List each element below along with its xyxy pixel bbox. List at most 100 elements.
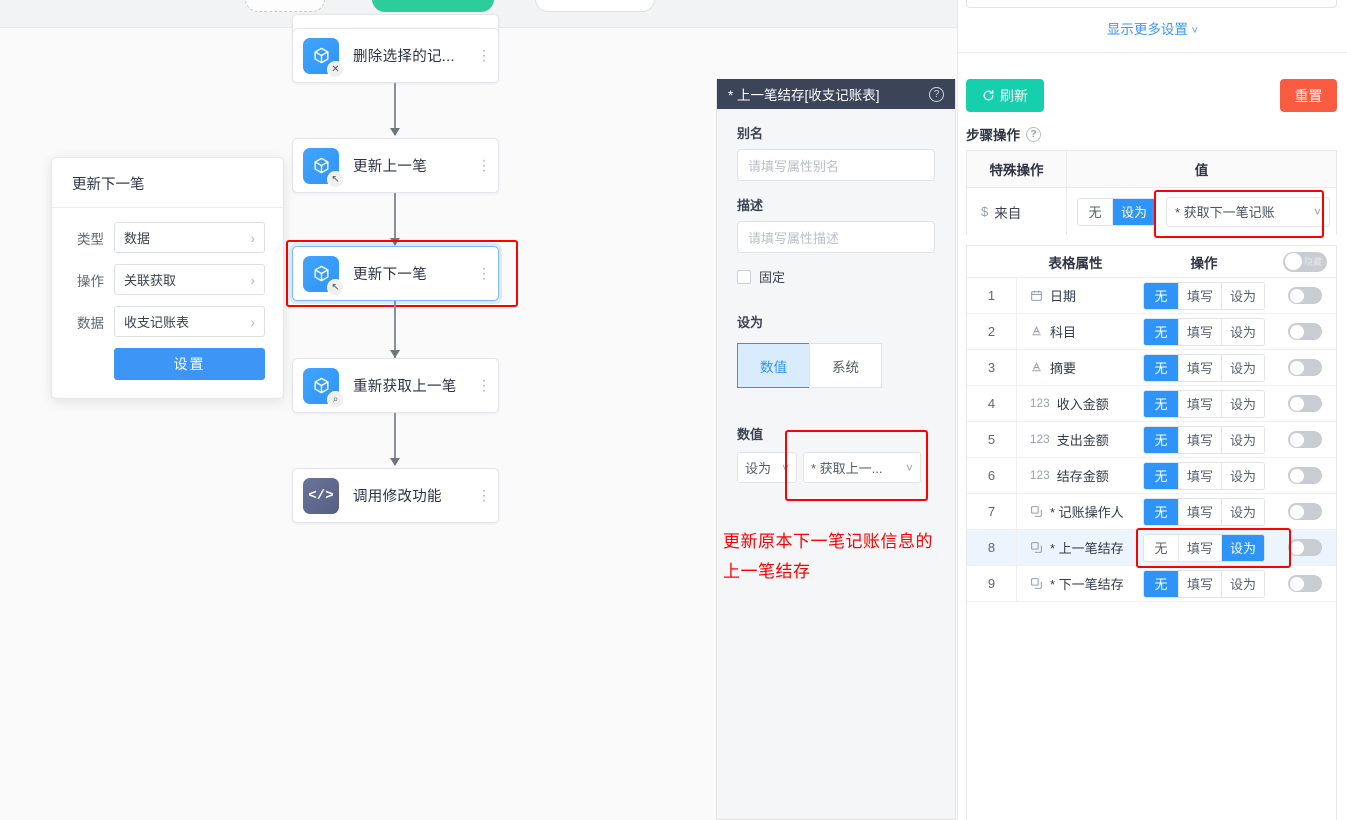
checkbox-icon[interactable] [737, 269, 751, 284]
pill-setas[interactable]: 设为 [1221, 390, 1265, 417]
flow-node-delete-selected[interactable]: ✕ 删除选择的记... [292, 28, 499, 83]
table-row[interactable]: 2 科目 无填写 设为 [967, 314, 1336, 350]
pill-fill[interactable]: 填写 [1177, 318, 1221, 345]
clipped-field-above[interactable] [966, 0, 1337, 8]
node-menu-icon[interactable] [480, 264, 489, 283]
pill-none[interactable]: 无 [1143, 570, 1178, 597]
hide-row-toggle[interactable] [1288, 575, 1322, 592]
op-value-select[interactable]: * 获取下一笔记账 ˅ [1166, 196, 1330, 227]
table-row[interactable]: 6 123 结存金额 无填写 设为 [967, 458, 1336, 494]
popup-select-type[interactable]: 数据 › [114, 222, 265, 253]
pill-setas[interactable]: 设为 [1221, 282, 1265, 309]
pill-none[interactable]: 无 [1143, 282, 1178, 309]
relation-icon [1030, 505, 1043, 518]
hide-row-toggle[interactable] [1288, 539, 1322, 556]
row-index: 6 [967, 458, 1017, 493]
node-menu-icon[interactable] [480, 376, 489, 395]
alias-input[interactable]: 请填写属性别名 [737, 149, 935, 181]
row-pill-group: 无填写 设为 [1142, 497, 1266, 526]
pill-setas[interactable]: 设为 [1221, 570, 1265, 597]
chevron-down-icon: ˅ [781, 460, 789, 475]
pill-none[interactable]: 无 [1143, 498, 1178, 525]
row-index: 3 [967, 350, 1017, 385]
hide-row-toggle[interactable] [1288, 431, 1322, 448]
pill-none[interactable]: 无 [1143, 534, 1178, 561]
hide-row-toggle[interactable] [1288, 467, 1322, 484]
pill-setas[interactable]: 设为 [1221, 426, 1265, 453]
popup-select-operation[interactable]: 关联获取 › [114, 264, 265, 295]
table-row[interactable]: 1 日期 无填写 设为 [967, 278, 1336, 314]
row-toggle-cell [1274, 503, 1336, 520]
hide-row-toggle[interactable] [1288, 359, 1322, 376]
table-row[interactable]: 7 * 记账操作人 无填写 设为 [967, 494, 1336, 530]
pill-none[interactable]: 无 [1143, 390, 1178, 417]
pill-none[interactable]: 无 [1143, 354, 1178, 381]
fixed-checkbox-row[interactable]: 固定 [737, 267, 935, 286]
table-row[interactable]: 5 123 支出金额 无填写 设为 [967, 422, 1336, 458]
toolbar-chip-dashed[interactable] [245, 0, 325, 12]
column-header-value: 值 [1194, 163, 1209, 178]
hide-row-toggle[interactable] [1288, 287, 1322, 304]
row-toggle-cell [1274, 431, 1336, 448]
toolbar-chip-secondary[interactable] [535, 0, 655, 12]
alias-label: 别名 [737, 126, 764, 141]
segment-value[interactable]: 数值 [737, 343, 810, 388]
panel-body: 别名 请填写属性别名 描述 请填写属性描述 固定 设为 数值 系统 数值 设为 … [717, 109, 955, 483]
pill-none[interactable]: 无 [1143, 462, 1178, 489]
row-index: 1 [967, 278, 1017, 313]
description-input[interactable]: 请填写属性描述 [737, 221, 935, 253]
row-ops-cell: 无填写 设为 [1134, 281, 1274, 310]
value-mode-select[interactable]: 设为 ˅ [737, 452, 797, 483]
reset-button[interactable]: 重置 [1280, 79, 1337, 112]
table-row[interactable]: 3 摘要 无填写 设为 [967, 350, 1336, 386]
popup-submit-button[interactable]: 设置 [114, 348, 265, 380]
toggle-knob [1289, 432, 1304, 447]
node-menu-icon[interactable] [480, 486, 489, 505]
pill-fill[interactable]: 填写 [1177, 282, 1221, 309]
value-source-select[interactable]: * 获取上一... ˅ [803, 452, 921, 483]
pill-none[interactable]: 无 [1078, 198, 1112, 225]
op-value-text: * 获取下一笔记账 [1175, 205, 1275, 220]
flow-node-update-prev[interactable]: ↖ 更新上一笔 [292, 138, 499, 193]
pill-fill[interactable]: 填写 [1177, 570, 1221, 597]
pill-fill[interactable]: 填写 [1177, 498, 1221, 525]
hide-row-toggle[interactable] [1288, 503, 1322, 520]
row-name-cell: 123 收入金额 [1017, 394, 1134, 413]
pill-setas[interactable]: 设为 [1221, 498, 1265, 525]
pill-fill[interactable]: 填写 [1177, 390, 1221, 417]
segment-system[interactable]: 系统 [809, 343, 882, 388]
op-pill-group: 无 设为 [1077, 197, 1157, 226]
popup-row-operation: 操作 关联获取 › [70, 264, 265, 295]
toolbar-chip-primary[interactable] [372, 0, 494, 12]
pill-fill[interactable]: 填写 [1177, 462, 1221, 489]
pill-setas[interactable]: 设为 [1221, 318, 1265, 345]
node-menu-icon[interactable] [480, 156, 489, 175]
popup-label-type: 类型 [77, 231, 104, 247]
pill-none[interactable]: 无 [1143, 426, 1178, 453]
pill-setas[interactable]: 设为 [1221, 462, 1265, 489]
row-pill-group: 无填写 设为 [1142, 317, 1266, 346]
pill-fill[interactable]: 填写 [1177, 354, 1221, 381]
node-menu-icon[interactable] [480, 46, 489, 65]
table-row[interactable]: 4 123 收入金额 无填写 设为 [967, 386, 1336, 422]
pill-setas[interactable]: 设为 [1221, 354, 1265, 381]
show-more-settings-link[interactable]: 显示更多设置 ˅ [958, 18, 1347, 38]
flow-node-call-modify[interactable]: </> 调用修改功能 [292, 468, 499, 523]
pill-fill[interactable]: 填写 [1177, 534, 1221, 561]
question-mark-icon[interactable]: ? [1026, 126, 1041, 142]
hide-row-toggle[interactable] [1288, 395, 1322, 412]
pill-none[interactable]: 无 [1143, 318, 1178, 345]
table-header-row: 表格属性 操作 隐藏 [967, 246, 1336, 278]
pill-setas[interactable]: 设为 [1112, 198, 1156, 225]
question-mark-icon[interactable]: ? [929, 86, 944, 102]
hide-all-toggle[interactable]: 隐藏 [1283, 251, 1327, 272]
panel-divider [958, 52, 1347, 53]
pill-setas[interactable]: 设为 [1221, 534, 1265, 561]
pill-fill[interactable]: 填写 [1177, 426, 1221, 453]
flow-arrow-3 [389, 350, 400, 358]
hide-row-toggle[interactable] [1288, 323, 1322, 340]
popup-select-data[interactable]: 收支记账表 › [114, 306, 265, 337]
refresh-button[interactable]: 刷新 [966, 79, 1044, 112]
flow-node-update-next[interactable]: ↖ 更新下一笔 [292, 246, 499, 301]
flow-node-refetch-prev[interactable]: ⌕ 重新获取上一笔 [292, 358, 499, 413]
